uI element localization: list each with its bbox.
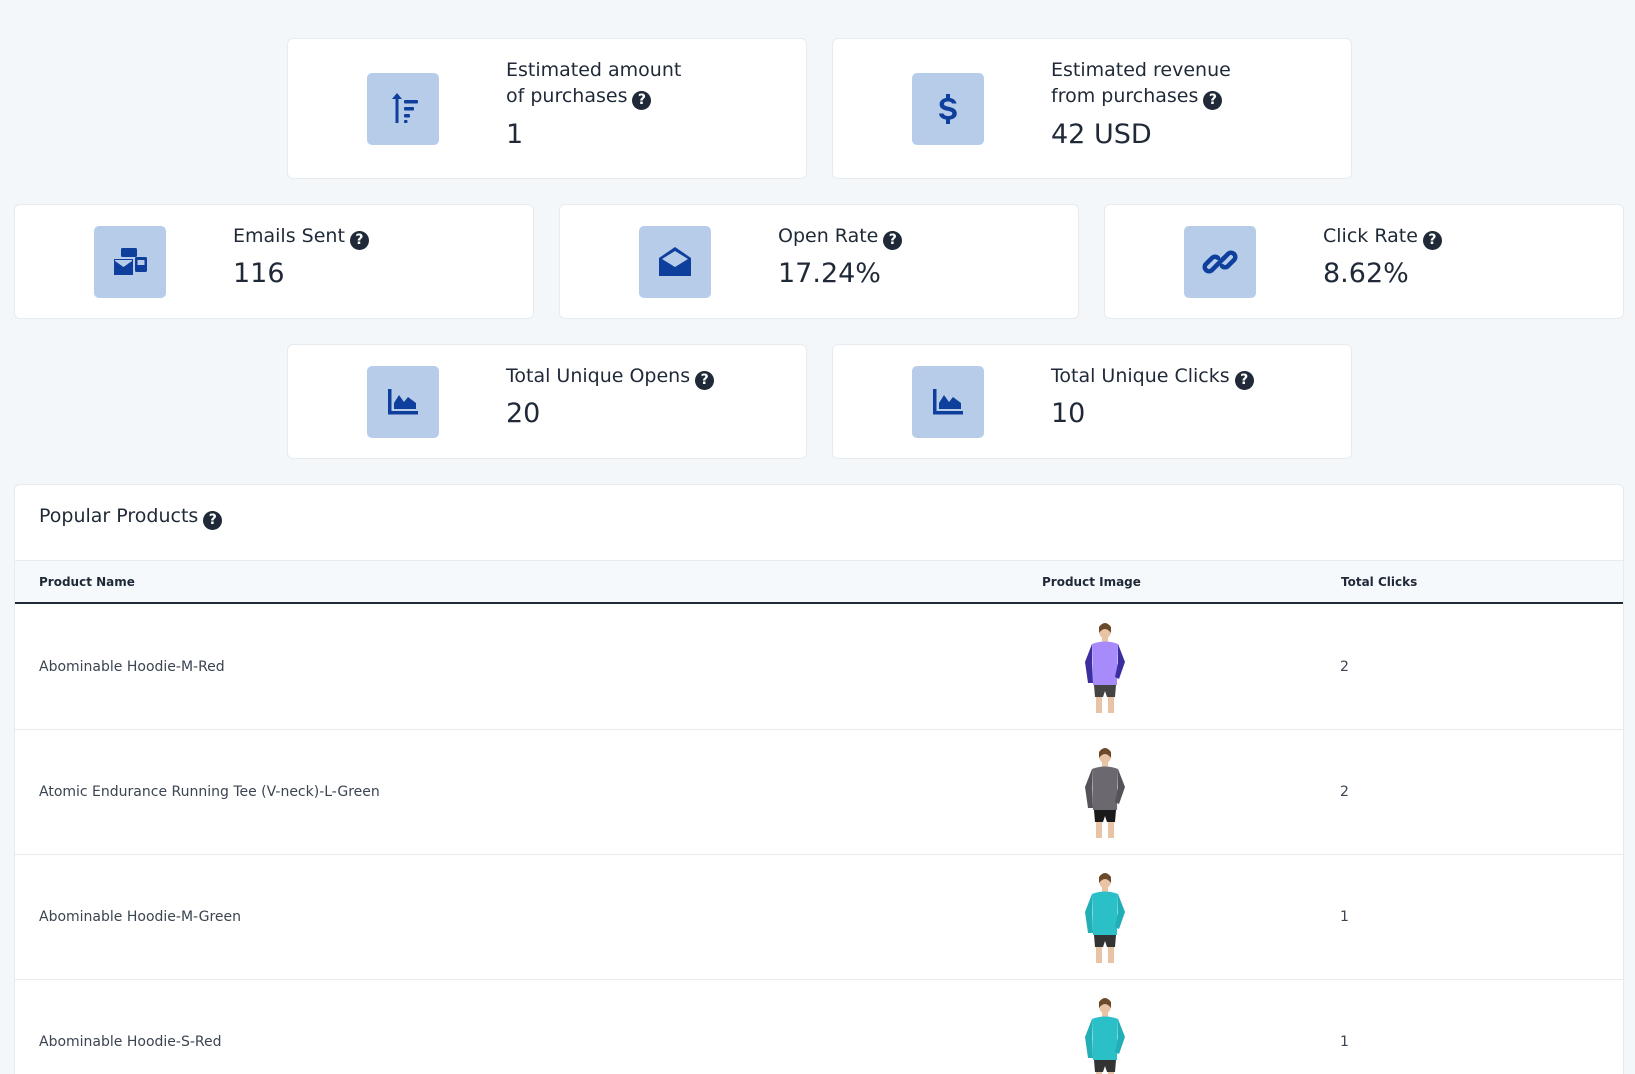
stat-card-unique-clicks: Total Unique Clicks? 10	[832, 344, 1352, 459]
popular-products-panel: Popular Products? Product Name Product I…	[14, 484, 1624, 1074]
stat-title: Estimated revenue from purchases?	[1051, 57, 1231, 110]
stat-value: 116	[233, 258, 285, 289]
product-name-cell: Atomic Endurance Running Tee (V-neck)-L-…	[39, 784, 380, 800]
table-header: Product Name Product Image Total Clicks	[15, 560, 1623, 604]
help-icon[interactable]: ?	[883, 231, 903, 250]
dollar-icon	[912, 73, 984, 145]
stat-value: 8.62%	[1323, 258, 1409, 289]
stat-title-text: Click Rate	[1323, 225, 1418, 247]
area-chart-icon	[912, 366, 984, 438]
help-icon[interactable]: ?	[1422, 231, 1442, 250]
help-icon[interactable]: ?	[1234, 371, 1254, 390]
envelope-open-icon	[639, 226, 711, 298]
stat-title: Click Rate?	[1323, 223, 1442, 250]
column-header-product-name[interactable]: Product Name	[39, 575, 135, 589]
stat-title-line2: of purchases	[506, 85, 628, 107]
stat-title: Total Unique Opens?	[506, 363, 715, 390]
stat-title: Open Rate?	[778, 223, 903, 250]
help-icon[interactable]: ?	[695, 371, 715, 390]
product-image	[1055, 617, 1155, 717]
stat-title-text: Open Rate	[778, 225, 879, 247]
stat-value: 10	[1051, 398, 1086, 429]
sort-amount-icon	[367, 73, 439, 145]
product-name-cell: Abominable Hoodie-M-Red	[39, 659, 225, 675]
help-icon[interactable]: ?	[203, 511, 223, 530]
column-header-total-clicks[interactable]: Total Clicks	[1341, 575, 1417, 589]
stat-value: 17.24%	[778, 258, 881, 289]
link-icon	[1184, 226, 1256, 298]
column-header-product-image[interactable]: Product Image	[1042, 575, 1141, 589]
stat-value: 1	[506, 119, 524, 150]
table-row[interactable]: Atomic Endurance Running Tee (V-neck)-L-…	[15, 730, 1623, 855]
total-clicks-cell: 1	[1340, 1034, 1349, 1050]
panel-title: Popular Products?	[39, 505, 223, 530]
help-icon[interactable]: ?	[632, 91, 652, 110]
stat-card-emails-sent: Emails Sent? 116	[14, 204, 534, 319]
stat-card-open-rate: Open Rate? 17.24%	[559, 204, 1079, 319]
stat-title-line1: Estimated revenue	[1051, 59, 1231, 81]
stat-title-text: Total Unique Opens	[506, 365, 691, 387]
product-name-cell: Abominable Hoodie-S-Red	[39, 1034, 222, 1050]
stat-title: Total Unique Clicks?	[1051, 363, 1254, 390]
mail-bulk-icon	[94, 226, 166, 298]
table-row[interactable]: Abominable Hoodie-S-Red 1	[15, 980, 1623, 1074]
product-image	[1055, 992, 1155, 1074]
table-row[interactable]: Abominable Hoodie-M-Red 2	[15, 605, 1623, 730]
stat-value: 42 USD	[1051, 119, 1152, 150]
stat-card-unique-opens: Total Unique Opens? 20	[287, 344, 807, 459]
help-icon[interactable]: ?	[349, 231, 369, 250]
panel-title-text: Popular Products	[39, 505, 199, 527]
stat-title: Emails Sent?	[233, 223, 369, 250]
stat-title-line2: from purchases	[1051, 85, 1199, 107]
table-row[interactable]: Abominable Hoodie-M-Green 1	[15, 855, 1623, 980]
help-icon[interactable]: ?	[1203, 91, 1223, 110]
stat-title-text: Emails Sent	[233, 225, 345, 247]
total-clicks-cell: 2	[1340, 659, 1349, 675]
stat-card-click-rate: Click Rate? 8.62%	[1104, 204, 1624, 319]
stat-title: Estimated amount of purchases?	[506, 57, 681, 110]
stat-title-line1: Estimated amount	[506, 59, 682, 81]
stat-value: 20	[506, 398, 541, 429]
product-image	[1055, 742, 1155, 842]
area-chart-icon	[367, 366, 439, 438]
product-image	[1055, 867, 1155, 967]
stat-title-text: Total Unique Clicks	[1051, 365, 1230, 387]
stat-card-purchases: Estimated amount of purchases? 1	[287, 38, 807, 179]
total-clicks-cell: 1	[1340, 909, 1349, 925]
total-clicks-cell: 2	[1340, 784, 1349, 800]
stat-card-revenue: Estimated revenue from purchases? 42 USD	[832, 38, 1352, 179]
product-name-cell: Abominable Hoodie-M-Green	[39, 909, 241, 925]
